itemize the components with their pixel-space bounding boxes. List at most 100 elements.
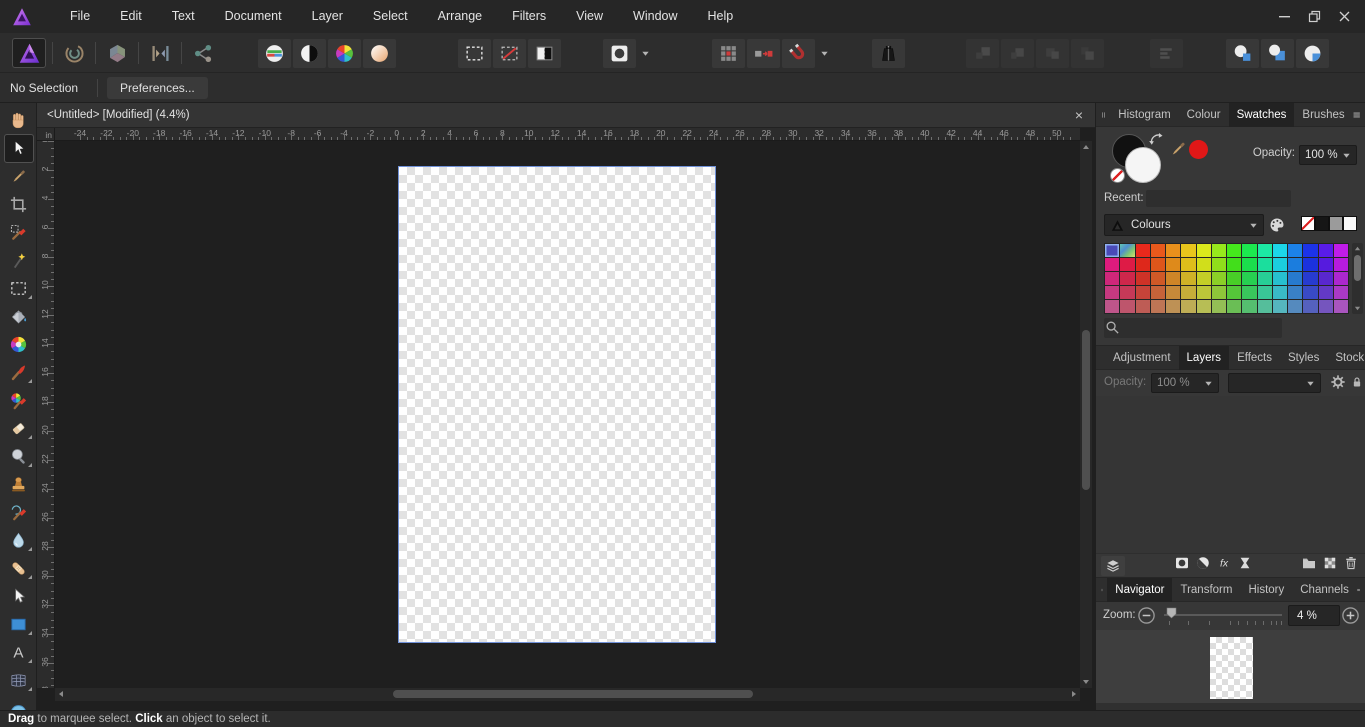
- assistant-preview-button[interactable]: [603, 38, 636, 68]
- navigator-menu-icon[interactable]: [1357, 584, 1360, 596]
- swatch-cell[interactable]: [1288, 286, 1303, 299]
- document-tab[interactable]: <Untitled> [Modified] (4.4%): [37, 103, 200, 128]
- paint-brush-tool[interactable]: [0, 358, 36, 386]
- scroll-down-icon[interactable]: [1354, 305, 1361, 312]
- swatch-cell[interactable]: [1242, 258, 1257, 271]
- scroll-up-icon[interactable]: [1082, 143, 1090, 151]
- delete-trash-button[interactable]: [1343, 555, 1359, 576]
- swatch-cell[interactable]: [1257, 272, 1272, 285]
- swatch-cell[interactable]: [1303, 286, 1318, 299]
- swatch-cell[interactable]: [1120, 300, 1135, 313]
- recent-swatches-strip[interactable]: [1146, 190, 1291, 207]
- marquee-toggle-button[interactable]: [528, 38, 561, 68]
- insert-behind-button[interactable]: [1226, 38, 1259, 68]
- close-button[interactable]: [1333, 6, 1355, 28]
- healing-brush-tool[interactable]: [0, 554, 36, 582]
- horizontal-ruler[interactable]: -24 -22 -20 -18 -16 -14 -12 -10 -8 -6 -4 -2 0 2 4 6 8 10 1…: [55, 128, 1080, 141]
- swatch-cell[interactable]: [1105, 272, 1120, 285]
- export-persona-button[interactable]: [188, 38, 218, 68]
- swatch-cell[interactable]: [1196, 272, 1211, 285]
- swatch-cell[interactable]: [1272, 286, 1287, 299]
- flood-fill-tool[interactable]: [0, 302, 36, 330]
- swatch-cell[interactable]: [1211, 244, 1226, 257]
- menu-window[interactable]: Window: [618, 0, 692, 33]
- opacity-dropdown[interactable]: 100 %: [1299, 145, 1357, 165]
- mesh-warp-tool[interactable]: [0, 666, 36, 694]
- scroll-left-icon[interactable]: [57, 690, 65, 698]
- layer-settings-gear-icon[interactable]: [1330, 374, 1346, 390]
- scroll-right-icon[interactable]: [1070, 690, 1078, 698]
- swatch-cell[interactable]: [1105, 300, 1120, 313]
- force-pixel-alignment-button[interactable]: [747, 38, 780, 68]
- swatch-cell[interactable]: [1135, 244, 1150, 257]
- mask-button[interactable]: [1174, 555, 1190, 576]
- swatch-cell[interactable]: [1150, 244, 1165, 257]
- tab-histogram[interactable]: Histogram: [1110, 103, 1178, 127]
- swatch-cell[interactable]: [1257, 258, 1272, 271]
- preferences-button[interactable]: Preferences...: [107, 76, 208, 99]
- menu-text[interactable]: Text: [157, 0, 210, 33]
- swatch-cell[interactable]: [1135, 258, 1150, 271]
- swatch-cell[interactable]: [1196, 244, 1211, 257]
- menu-view[interactable]: View: [561, 0, 618, 33]
- snapping-magnet-button[interactable]: [782, 38, 815, 68]
- artistic-text-tool[interactable]: A: [0, 638, 36, 666]
- group-folder-button[interactable]: [1301, 555, 1317, 576]
- crop-tool[interactable]: [0, 190, 36, 218]
- swatch-cell[interactable]: [1333, 300, 1348, 313]
- swatch-cell[interactable]: [1303, 258, 1318, 271]
- snapping-flyout-caret[interactable]: [817, 39, 831, 68]
- restore-button[interactable]: [1303, 6, 1325, 28]
- document-page[interactable]: [398, 166, 716, 643]
- blur-brush-tool[interactable]: [0, 526, 36, 554]
- vertical-ruler[interactable]: 02468101214161820222426283032343638: [37, 141, 55, 688]
- palette-icon[interactable]: [1268, 216, 1286, 234]
- marquee-new-button[interactable]: [458, 38, 491, 68]
- marquee-subtract-button[interactable]: [493, 38, 526, 68]
- swatch-scrollbar[interactable]: [1352, 243, 1363, 314]
- swatch-cell[interactable]: [1166, 258, 1181, 271]
- swatch-cell[interactable]: [1150, 286, 1165, 299]
- live-filter-button[interactable]: [1237, 555, 1253, 576]
- menu-document[interactable]: Document: [210, 0, 297, 33]
- assistant-manager-button[interactable]: [872, 38, 905, 68]
- insert-on-top-button[interactable]: [1261, 38, 1294, 68]
- swatch-cell[interactable]: [1272, 272, 1287, 285]
- new-pixel-layer-button[interactable]: [1322, 555, 1338, 576]
- node-tool[interactable]: [0, 582, 36, 610]
- swatch-cell[interactable]: [1196, 300, 1211, 313]
- swatch-cell[interactable]: [1318, 286, 1333, 299]
- auto-white-balance-button[interactable]: [363, 38, 396, 68]
- tab-styles[interactable]: Styles: [1280, 346, 1327, 370]
- vertical-scrollbar[interactable]: [1080, 141, 1092, 688]
- layers-stack-button[interactable]: [1101, 555, 1125, 576]
- swatch-cell[interactable]: [1150, 272, 1165, 285]
- tone-mapping-persona-button[interactable]: [145, 38, 175, 68]
- swatch-cell[interactable]: [1242, 244, 1257, 257]
- ellipse-tool[interactable]: [0, 694, 36, 710]
- tab-colour[interactable]: Colour: [1179, 103, 1229, 127]
- swatch-cell[interactable]: [1242, 272, 1257, 285]
- tab-stock[interactable]: Stock: [1327, 346, 1365, 370]
- swatch-cell[interactable]: [1227, 272, 1242, 285]
- swatch-cell[interactable]: [1135, 300, 1150, 313]
- swatch-cell[interactable]: [1333, 286, 1348, 299]
- swatch-cell[interactable]: [1166, 244, 1181, 257]
- menu-edit[interactable]: Edit: [105, 0, 157, 33]
- swatch-cell[interactable]: [1242, 300, 1257, 313]
- swatch-cell[interactable]: [1227, 258, 1242, 271]
- swatch-cell[interactable]: [1303, 272, 1318, 285]
- develop-persona-button[interactable]: [102, 38, 132, 68]
- swatch-cell[interactable]: [1288, 244, 1303, 257]
- swatch-cell[interactable]: [1211, 258, 1226, 271]
- swatch-cell[interactable]: [1242, 286, 1257, 299]
- swatch-search-input[interactable]: [1104, 318, 1282, 338]
- swatch-cell[interactable]: [1135, 272, 1150, 285]
- swatch-cell[interactable]: [1227, 300, 1242, 313]
- scroll-down-icon[interactable]: [1082, 678, 1090, 686]
- scroll-up-icon[interactable]: [1354, 245, 1361, 252]
- auto-colours-button[interactable]: [328, 38, 361, 68]
- minimize-button[interactable]: [1273, 6, 1295, 28]
- menu-file[interactable]: File: [55, 0, 105, 33]
- swatch-cell[interactable]: [1303, 300, 1318, 313]
